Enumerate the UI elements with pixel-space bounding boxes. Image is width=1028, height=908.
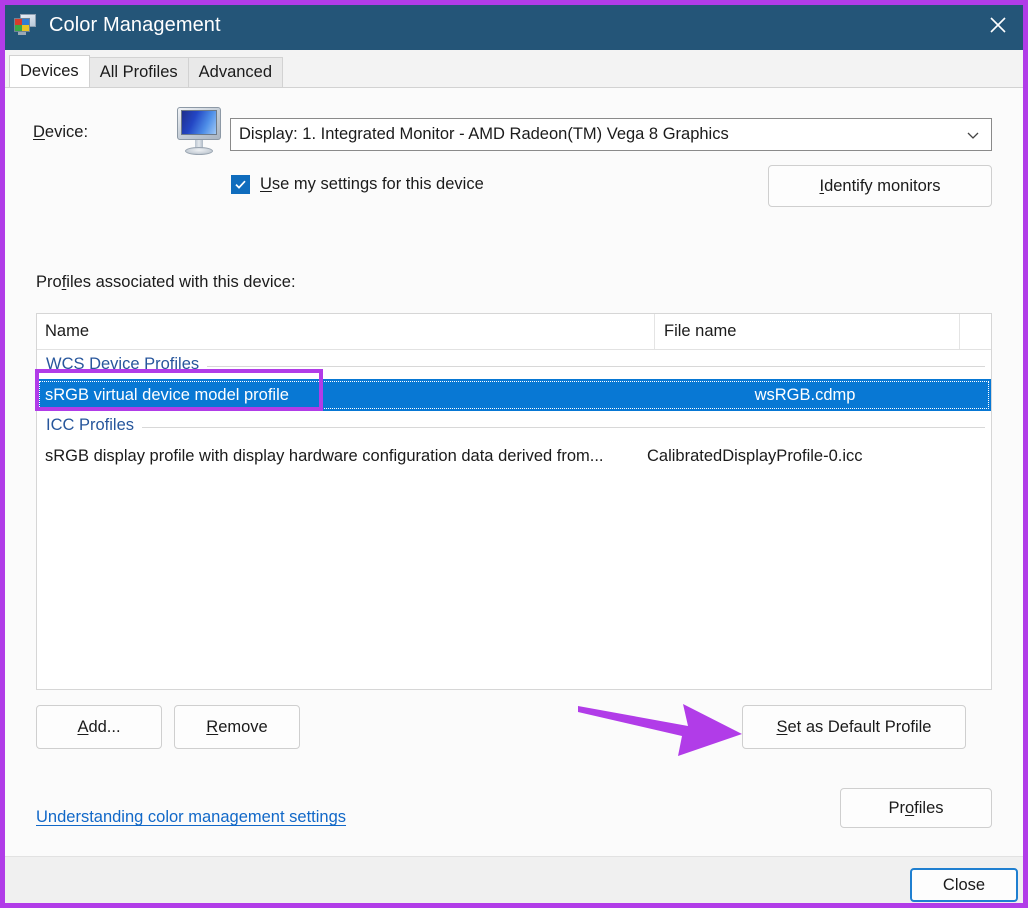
profiles-associated-label: Profiles associated with this device: [36, 273, 296, 292]
set-as-default-profile-label: Set as Default Profile [776, 718, 931, 737]
window-title: Color Management [49, 14, 221, 37]
column-header-name[interactable]: Name [37, 314, 655, 349]
group-divider [207, 366, 985, 367]
group-header-wcs-label: WCS Device Profiles [46, 355, 199, 374]
close-button[interactable]: Close [910, 868, 1018, 902]
tab-all-profiles[interactable]: All Profiles [89, 57, 189, 87]
remove-button-label: Remove [206, 718, 267, 737]
device-dropdown-value: Display: 1. Integrated Monitor - AMD Rad… [239, 125, 729, 144]
add-button[interactable]: Add... [36, 705, 162, 749]
column-header-spacer [960, 314, 991, 349]
remove-button[interactable]: Remove [174, 705, 300, 749]
profile-file-name: CalibratedDisplayProfile-0.icc [647, 447, 863, 466]
understanding-color-management-link[interactable]: Understanding color management settings [36, 808, 346, 827]
group-header-icc-label: ICC Profiles [46, 416, 134, 435]
column-header-file-name[interactable]: File name [655, 314, 960, 349]
identify-monitors-label: Identify monitors [819, 177, 940, 196]
color-management-icon [13, 13, 37, 37]
group-header-icc: ICC Profiles [37, 411, 991, 440]
monitor-icon [174, 105, 224, 159]
set-as-default-profile-button[interactable]: Set as Default Profile [742, 705, 966, 749]
profiles-button[interactable]: Profiles [840, 788, 992, 828]
profiles-list[interactable]: Name File name WCS Device Profiles sRGB … [36, 313, 992, 690]
close-icon [988, 15, 1008, 35]
add-button-label: Add... [77, 718, 120, 737]
profile-name: sRGB virtual device model profile [37, 386, 647, 405]
profiles-button-label: Profiles [888, 799, 943, 818]
table-row[interactable]: sRGB display profile with display hardwa… [37, 440, 991, 472]
use-my-settings-label: Use my settings for this device [260, 175, 484, 194]
profiles-list-header: Name File name [37, 314, 991, 350]
close-window-button[interactable] [968, 0, 1028, 50]
title-bar: Color Management [0, 0, 1028, 50]
tab-advanced[interactable]: Advanced [188, 57, 283, 87]
device-label: Device: [33, 123, 88, 142]
profile-name: sRGB display profile with display hardwa… [37, 447, 647, 466]
checkmark-icon [234, 178, 247, 191]
identify-monitors-button[interactable]: Identify monitors [768, 165, 992, 207]
use-my-settings-checkbox[interactable] [231, 175, 250, 194]
tab-devices[interactable]: Devices [9, 55, 90, 87]
profiles-list-body: WCS Device Profiles sRGB virtual device … [37, 350, 991, 472]
tab-strip: Devices All Profiles Advanced [0, 50, 1028, 87]
color-management-window: Color Management Devices All Profiles Ad… [0, 0, 1028, 908]
dialog-footer [5, 856, 1023, 904]
device-dropdown[interactable]: Display: 1. Integrated Monitor - AMD Rad… [230, 118, 992, 151]
use-my-settings-checkbox-row[interactable]: Use my settings for this device [231, 175, 484, 194]
group-header-wcs: WCS Device Profiles [37, 350, 991, 379]
chevron-down-icon [965, 119, 981, 150]
table-row[interactable]: sRGB virtual device model profile wsRGB.… [37, 379, 991, 411]
group-divider [142, 427, 985, 428]
profile-file-name: wsRGB.cdmp [647, 386, 963, 405]
